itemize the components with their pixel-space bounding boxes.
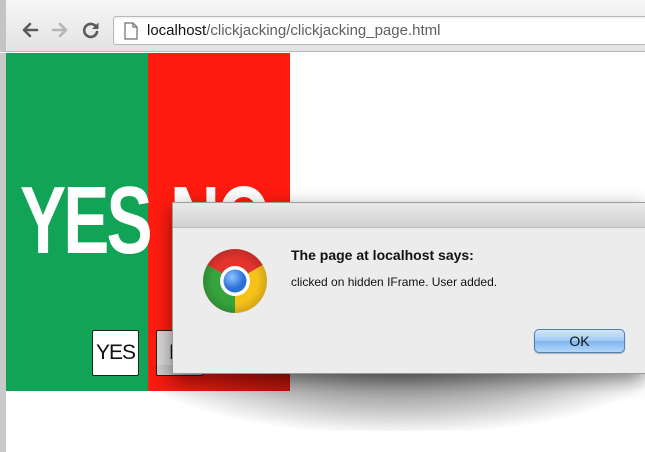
yes-button[interactable]: YES <box>92 330 139 376</box>
dialog-message: clicked on hidden IFrame. User added. <box>291 275 498 289</box>
address-bar[interactable]: localhost/clickjacking/clickjacking_page… <box>113 16 645 45</box>
url-text[interactable]: localhost/clickjacking/clickjacking_page… <box>147 22 440 40</box>
url-path: /clickjacking/clickjacking_page.html <box>206 22 441 39</box>
chrome-logo-icon <box>203 249 267 313</box>
ok-button[interactable]: OK <box>534 329 625 353</box>
page-icon <box>124 22 138 40</box>
browser-toolbar: localhost/clickjacking/clickjacking_page… <box>0 0 645 52</box>
reload-icon[interactable] <box>81 20 101 40</box>
forward-arrow-icon[interactable] <box>50 20 70 40</box>
alert-dialog: The page at localhost says: clicked on h… <box>172 202 645 374</box>
big-yes-text: YES <box>20 167 153 274</box>
dialog-title: The page at localhost says: <box>291 247 474 263</box>
dialog-titlebar <box>173 203 645 228</box>
dialog-shadow <box>150 365 645 431</box>
back-arrow-icon[interactable] <box>20 20 40 40</box>
url-host: localhost <box>147 22 207 39</box>
